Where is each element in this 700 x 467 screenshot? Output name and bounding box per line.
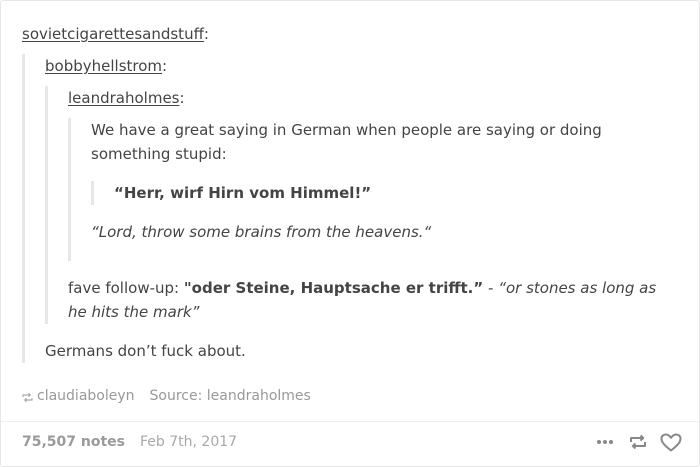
followup-prefix: fave follow-up: [68, 279, 184, 297]
followup-german: "oder Steine, Hauptsache er trifft.” [183, 279, 484, 297]
reblog-quote-level1: bobbyhellstrom: leandraholmes: We have a… [22, 54, 672, 363]
original-post-text-line2: something stupid: [91, 145, 227, 163]
followup-paragraph: fave follow-up: "oder Steine, Hauptsache… [68, 276, 662, 324]
german-saying-quote: “Herr, wirf Hirn vom Himmel!” [91, 181, 672, 205]
username-link-level3[interactable]: leandraholmes [68, 89, 179, 107]
post-date[interactable]: Feb 7th, 2017 [140, 434, 237, 450]
post-content: sovietcigarettesandstuff: bobbyhellstrom… [22, 22, 672, 378]
notes-count[interactable]: 75,507 notes [22, 434, 125, 450]
original-post-text: We have a great saying in German when pe… [91, 118, 672, 166]
reblog-quote-level2: leandraholmes: We have a great saying in… [45, 86, 672, 324]
more-dots-icon[interactable] [596, 439, 616, 445]
translation-text: “Lord, throw some brains from the heaven… [91, 223, 432, 241]
reblogged-from-link[interactable]: claudiaboleyn [37, 388, 135, 404]
source-link[interactable]: Source: leandraholmes [150, 388, 311, 404]
reblog-icon [22, 391, 33, 402]
footer-divider [1, 421, 699, 422]
colon: : [203, 25, 209, 43]
username-link-level2[interactable]: bobbyhellstrom [45, 57, 162, 75]
colon: : [179, 89, 185, 107]
reblog-header-level3: leandraholmes: [68, 86, 672, 110]
heart-icon[interactable] [660, 433, 682, 452]
post-footer: 75,507 notes Feb 7th, 2017 [22, 431, 682, 453]
username-link-level1[interactable]: sovietcigarettesandstuff [22, 25, 204, 43]
original-post-text-line1: We have a great saying in German when pe… [91, 121, 602, 139]
reblog-icon[interactable] [628, 433, 648, 451]
followup-separator: - [483, 279, 499, 297]
reblog-header-level1: sovietcigarettesandstuff: [22, 22, 672, 46]
colon: : [162, 57, 168, 75]
source-row: claudiaboleyn Source: leandraholmes [22, 388, 311, 404]
post-card: sovietcigarettesandstuff: bobbyhellstrom… [0, 0, 700, 467]
bobby-reply: Germans don’t fuck about. [45, 342, 246, 360]
post-actions [584, 433, 682, 452]
reblog-header-level2: bobbyhellstrom: [45, 54, 672, 78]
german-saying: “Herr, wirf Hirn vom Himmel!” [114, 184, 372, 202]
original-post-quote: We have a great saying in German when pe… [68, 118, 672, 261]
